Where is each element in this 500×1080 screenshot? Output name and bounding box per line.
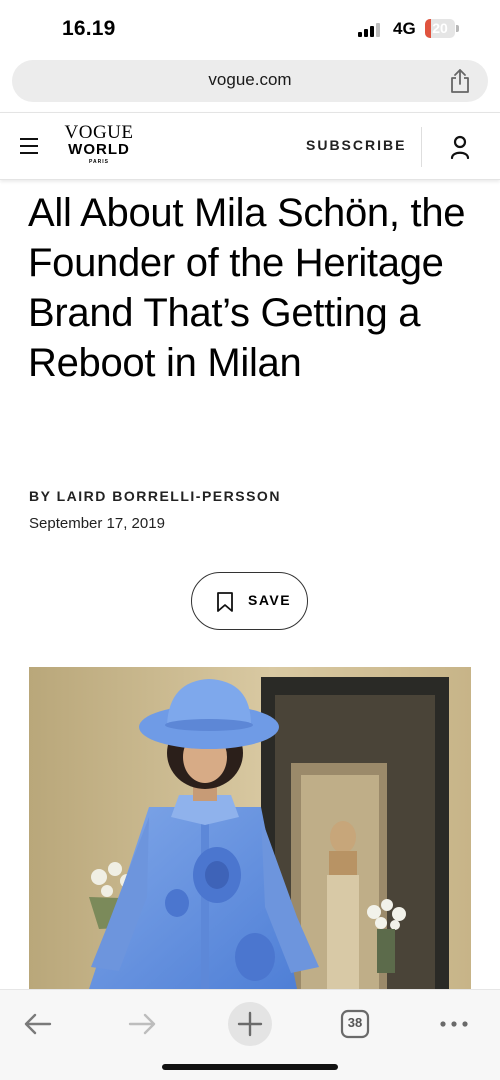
logo-line-3: PARIS	[89, 159, 109, 165]
hamburger-icon[interactable]	[20, 138, 38, 154]
logo-line-2: WORLD	[68, 141, 130, 158]
status-time: 16.19	[62, 17, 116, 40]
article-byline[interactable]: BY LAIRD BORRELLI-PERSSON	[29, 488, 281, 504]
battery-percent: 20	[432, 20, 448, 36]
save-button[interactable]: SAVE	[191, 572, 308, 630]
site-header: VOGUE WORLD PARIS SUBSCRIBE	[0, 112, 500, 180]
share-icon[interactable]	[448, 68, 472, 94]
header-divider	[421, 127, 422, 167]
article-headline: All About Mila Schön, the Founder of the…	[28, 191, 466, 385]
network-type: 4G	[393, 19, 416, 38]
status-bar: 16.19 4G 20	[0, 0, 500, 58]
more-icon[interactable]	[430, 1000, 478, 1048]
article-date: September 17, 2019	[29, 515, 165, 532]
plus-icon[interactable]	[226, 1000, 274, 1048]
tabs-button[interactable]: 38	[331, 1000, 379, 1048]
user-icon[interactable]	[449, 135, 471, 159]
address-bar[interactable]: vogue.com	[12, 60, 488, 102]
subscribe-link[interactable]: SUBSCRIBE	[306, 137, 406, 153]
save-label: SAVE	[248, 592, 292, 608]
home-indicator[interactable]	[162, 1064, 338, 1070]
url-text[interactable]: vogue.com	[12, 70, 488, 90]
bookmark-icon	[217, 592, 233, 612]
battery-icon: 20	[425, 19, 459, 38]
arrow-right-icon[interactable]	[118, 1000, 166, 1048]
arrow-left-icon[interactable]	[14, 1000, 62, 1048]
article-hero-image	[29, 667, 471, 989]
vogue-world-logo[interactable]: VOGUE WORLD PARIS	[64, 123, 134, 166]
signal-icon	[358, 23, 384, 37]
tab-count: 38	[347, 1015, 363, 1030]
logo-line-1: VOGUE	[64, 122, 134, 143]
